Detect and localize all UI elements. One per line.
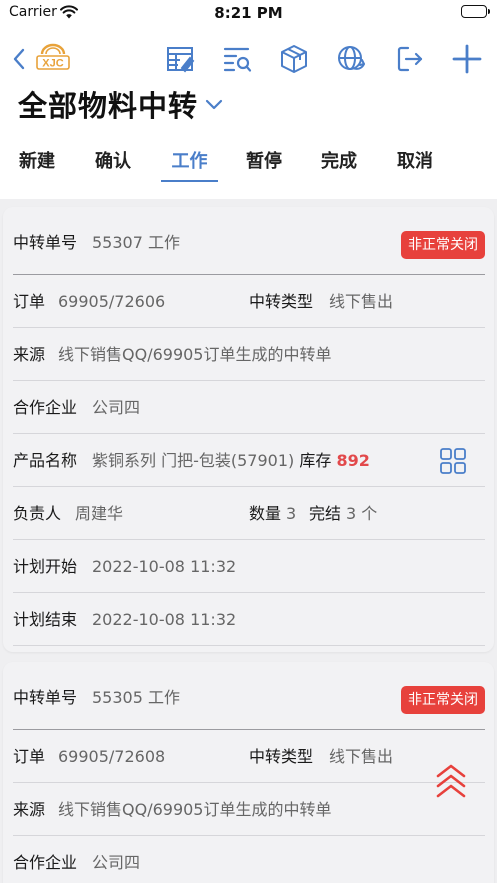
transfer-card[interactable]: 中转单号 55307 工作 非正常关闭 订单 69905/72606 中转类型 …	[3, 207, 494, 652]
partner-row: 合作企业 公司四	[13, 381, 485, 434]
order-value: 69905/72608	[58, 747, 166, 766]
source-value: 线下销售QQ/69905订单生成的中转单	[58, 800, 332, 819]
brand-logo: XJC	[34, 43, 72, 75]
partner-row: 合作企业 公司四	[13, 836, 485, 883]
card-header: 中转单号 55305 工作 非正常关闭	[13, 662, 485, 730]
tab-new[interactable]: 新建	[17, 143, 57, 183]
clock: 8:21 PM	[214, 4, 283, 22]
plan-end-row: 计划结束 2022-10-08 11:32	[13, 593, 485, 646]
plan-end-label: 计划结束	[13, 610, 78, 629]
toolbar: XJC	[0, 36, 497, 82]
card-header: 中转单号 55307 工作 非正常关闭	[13, 207, 485, 275]
table-edit-icon[interactable]	[163, 42, 197, 76]
order-row: 订单 69905/72608 中转类型 线下售出	[13, 730, 485, 783]
product-row: 产品名称 紫铜系列 门把-包装(57901) 库存 892	[13, 434, 485, 487]
svg-text:XJC: XJC	[42, 58, 63, 70]
transfer-card[interactable]: 中转单号 55305 工作 非正常关闭 订单 69905/72608 中转类型 …	[3, 662, 494, 883]
order-label: 订单	[13, 292, 46, 311]
product-value: 紫铜系列 门把-包装(57901) 库存 892	[92, 451, 370, 470]
done-value: 3 个	[346, 504, 378, 523]
transfer-type-label: 中转类型	[249, 747, 314, 766]
page-title: 全部物料中转	[18, 89, 199, 123]
partner-value: 公司四	[92, 398, 141, 417]
stock-value: 892	[336, 451, 370, 470]
status-bar: Carrier 8:21 PM	[0, 0, 497, 26]
partner-label: 合作企业	[13, 398, 78, 417]
transfer-no-label: 中转单号	[13, 688, 78, 707]
status-badge: 非正常关闭	[401, 686, 485, 714]
plan-start-value: 2022-10-08 11:32	[92, 557, 237, 576]
scroll-top-icon[interactable]	[434, 762, 468, 802]
page-title-selector[interactable]: 全部物料中转	[18, 82, 224, 126]
plan-start-label: 计划开始	[13, 557, 78, 576]
tab-cancelled[interactable]: 取消	[395, 143, 435, 183]
done-label: 完结	[309, 504, 342, 523]
list-search-icon[interactable]	[220, 42, 254, 76]
tab-paused[interactable]: 暂停	[244, 143, 284, 183]
source-row: 来源 线下销售QQ/69905订单生成的中转单	[13, 783, 485, 836]
plus-icon[interactable]	[450, 42, 484, 76]
chevron-left-icon[interactable]	[9, 46, 31, 72]
transfer-no-value: 55305 工作	[92, 688, 180, 707]
globe-sync-icon[interactable]	[334, 42, 368, 76]
source-label: 来源	[13, 345, 46, 364]
chevron-down-icon	[204, 97, 224, 116]
order-row: 订单 69905/72606 中转类型 线下售出	[13, 275, 485, 328]
source-row: 来源 线下销售QQ/69905订单生成的中转单	[13, 328, 485, 381]
status-tabs: 新建 确认 工作 暂停 完成 取消	[0, 143, 497, 183]
transfer-type-label: 中转类型	[249, 292, 314, 311]
source-value: 线下销售QQ/69905订单生成的中转单	[58, 345, 332, 364]
partner-label: 合作企业	[13, 853, 78, 872]
box-icon[interactable]	[277, 42, 311, 76]
transfer-type-value: 线下售出	[329, 292, 394, 311]
status-badge: 非正常关闭	[401, 231, 485, 259]
grid-icon[interactable]	[439, 447, 467, 475]
order-value: 69905/72606	[58, 292, 166, 311]
tab-confirm[interactable]: 确认	[93, 143, 133, 183]
owner-row: 负责人 周建华 数量 3 完结 3 个	[13, 487, 485, 540]
logout-icon[interactable]	[393, 42, 427, 76]
product-label: 产品名称	[13, 451, 78, 470]
tab-working[interactable]: 工作	[161, 143, 218, 183]
partner-value: 公司四	[92, 853, 141, 872]
stock-label: 库存	[299, 451, 332, 470]
plan-start-row: 计划开始 2022-10-08 11:32	[13, 540, 485, 593]
battery-icon	[461, 5, 490, 18]
transfer-no-value: 55307 工作	[92, 233, 180, 252]
owner-value: 周建华	[75, 504, 124, 523]
transfer-no-label: 中转单号	[13, 233, 78, 252]
quantity-label: 数量	[249, 504, 282, 523]
owner-label: 负责人	[13, 504, 62, 523]
transfer-type-value: 线下售出	[329, 747, 394, 766]
order-label: 订单	[13, 747, 46, 766]
tab-completed[interactable]: 完成	[319, 143, 359, 183]
source-label: 来源	[13, 800, 46, 819]
quantity-value: 3	[286, 504, 297, 523]
plan-end-value: 2022-10-08 11:32	[92, 610, 237, 629]
